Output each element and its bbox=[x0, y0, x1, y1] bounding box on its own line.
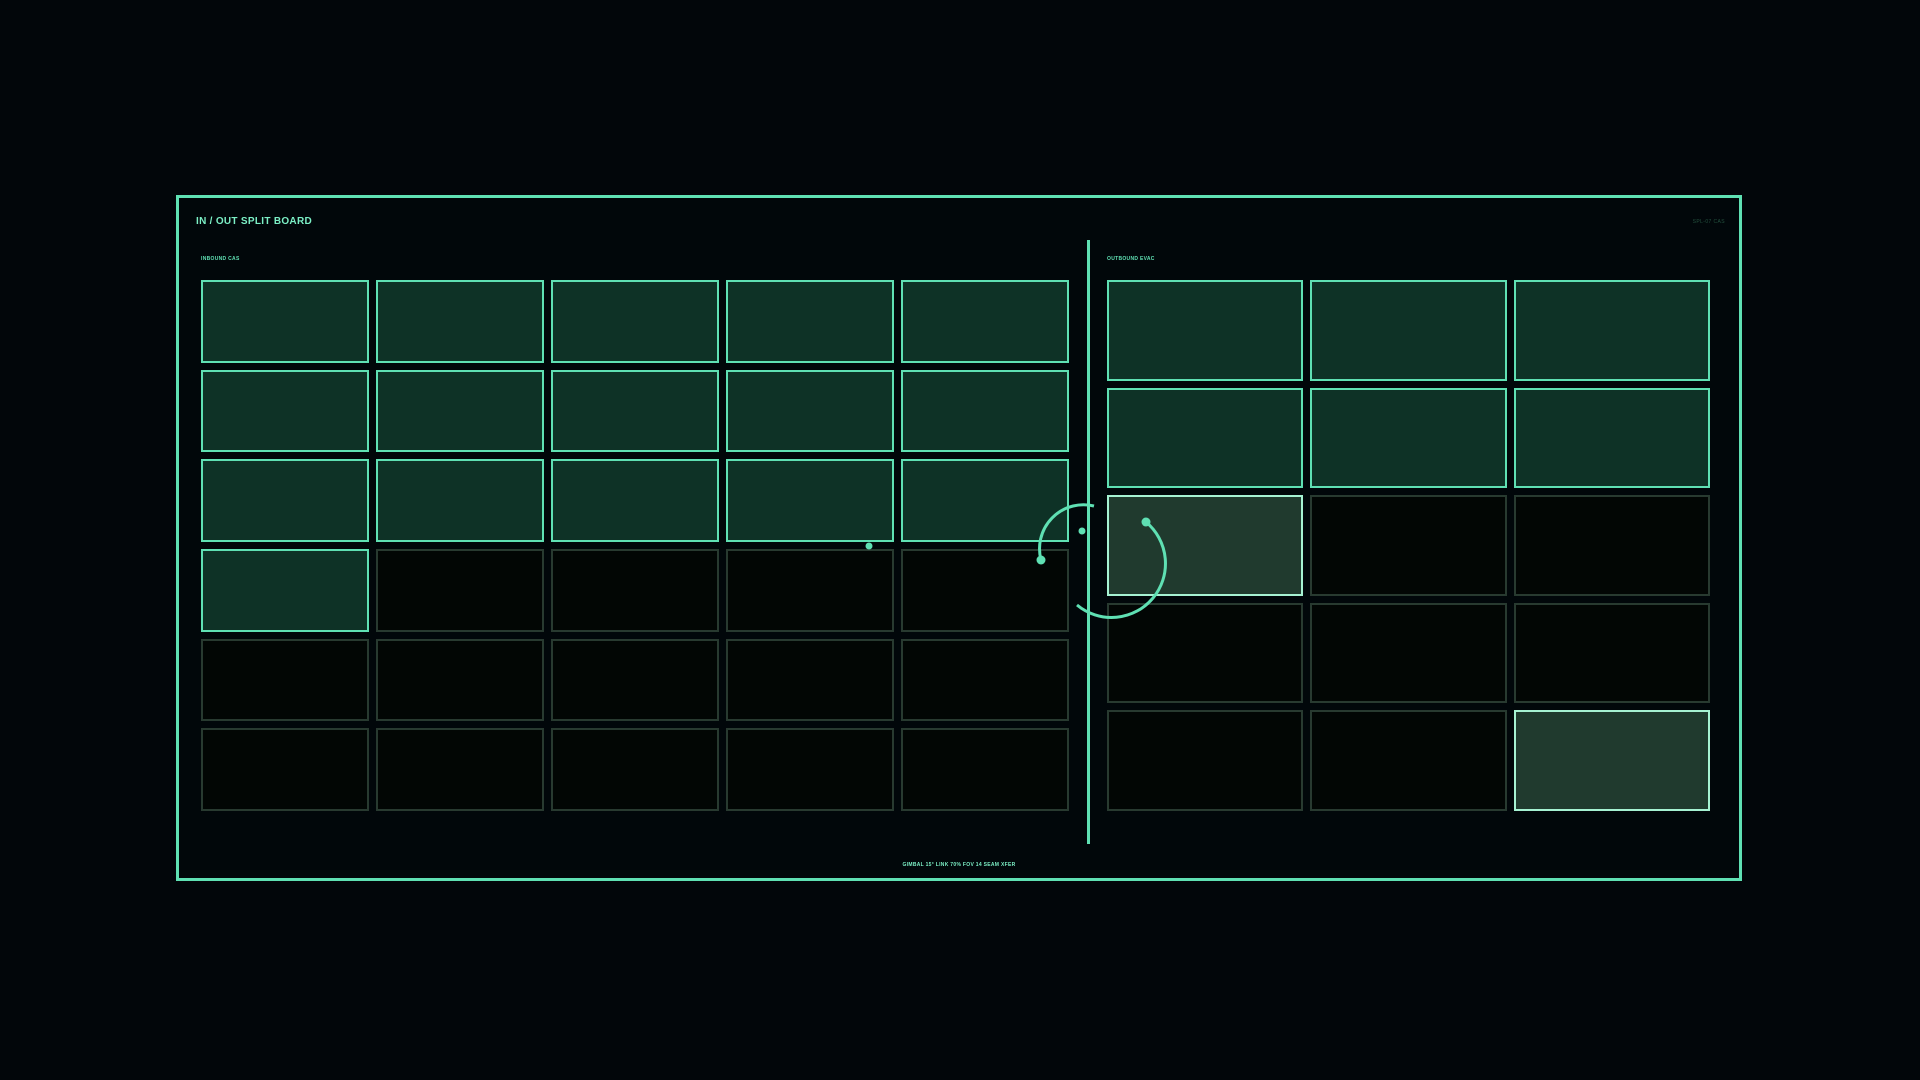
inbound-slot-5-5[interactable] bbox=[901, 638, 1069, 722]
inbound-slot-2-5[interactable] bbox=[901, 369, 1069, 453]
inbound-slot-4-4[interactable] bbox=[726, 548, 894, 632]
outbound-slot-4-3[interactable] bbox=[1513, 602, 1710, 704]
inbound-slot-2-4[interactable] bbox=[726, 369, 894, 453]
inbound-label: INBOUND CAS bbox=[201, 256, 240, 262]
seam-divider[interactable] bbox=[1087, 240, 1090, 844]
inbound-slot-1-3[interactable] bbox=[551, 280, 719, 363]
inbound-slot-4-1[interactable] bbox=[201, 548, 369, 632]
outbound-slot-1-3[interactable] bbox=[1513, 280, 1710, 381]
outbound-slot-4-2[interactable] bbox=[1310, 602, 1507, 704]
inbound-slot-5-4[interactable] bbox=[726, 638, 894, 722]
inbound-slot-1-5[interactable] bbox=[901, 280, 1069, 363]
outbound-slot-5-1[interactable] bbox=[1107, 710, 1304, 811]
inbound-slot-4-5[interactable] bbox=[901, 548, 1069, 632]
inbound-slot-2-1[interactable] bbox=[201, 369, 369, 453]
inbound-slot-3-3[interactable] bbox=[551, 459, 719, 542]
outbound-slot-3-2[interactable] bbox=[1310, 495, 1507, 596]
outbound-slot-1-2[interactable] bbox=[1310, 280, 1507, 381]
inbound-slot-3-5[interactable] bbox=[901, 459, 1069, 542]
inbound-slot-5-2[interactable] bbox=[376, 638, 544, 722]
outbound-slot-5-3[interactable] bbox=[1513, 710, 1710, 811]
inbound-slot-2-2[interactable] bbox=[376, 369, 544, 453]
inbound-slot-3-1[interactable] bbox=[201, 459, 369, 542]
status-readout: GIMBAL 15° LINK 70% FOV 14 SEAM XFER bbox=[902, 862, 1016, 868]
inbound-slot-5-1[interactable] bbox=[201, 638, 369, 722]
inbound-slot-5-3[interactable] bbox=[551, 638, 719, 722]
inbound-slot-1-2[interactable] bbox=[376, 280, 544, 363]
transfer-center-dot bbox=[1078, 527, 1086, 535]
outbound-slot-2-3[interactable] bbox=[1513, 387, 1710, 489]
inbound-slot-2-3[interactable] bbox=[551, 369, 719, 453]
outbound-slot-1-1[interactable] bbox=[1107, 280, 1304, 381]
inbound-slot-6-2[interactable] bbox=[376, 728, 544, 811]
outbound-label: OUTBOUND EVAC bbox=[1107, 256, 1155, 262]
inbound-slot-3-2[interactable] bbox=[376, 459, 544, 542]
inbound-slot-6-5[interactable] bbox=[901, 728, 1069, 811]
outbound-slot-2-2[interactable] bbox=[1310, 387, 1507, 489]
inbound-slot-6-1[interactable] bbox=[201, 728, 369, 811]
outbound-slot-4-1[interactable] bbox=[1107, 602, 1304, 704]
outbound-slot-2-1[interactable] bbox=[1107, 387, 1304, 489]
outbound-slot-3-1[interactable] bbox=[1107, 495, 1304, 596]
inbound-slot-6-4[interactable] bbox=[726, 728, 894, 811]
outbound-slot-3-3[interactable] bbox=[1513, 495, 1710, 596]
outbound-grid bbox=[1107, 280, 1710, 811]
split-board: IN / OUT SPLIT BOARD SPL-07 CAS INBOUND … bbox=[176, 195, 1742, 881]
inbound-grid bbox=[201, 280, 1069, 811]
inbound-slot-4-2[interactable] bbox=[376, 548, 544, 632]
board-title: IN / OUT SPLIT BOARD bbox=[196, 216, 312, 227]
inbound-slot-6-3[interactable] bbox=[551, 728, 719, 811]
outbound-slot-5-2[interactable] bbox=[1310, 710, 1507, 811]
inbound-slot-1-4[interactable] bbox=[726, 280, 894, 363]
inbound-slot-3-4[interactable] bbox=[726, 459, 894, 542]
inbound-slot-1-1[interactable] bbox=[201, 280, 369, 363]
board-code: SPL-07 CAS bbox=[1692, 219, 1725, 225]
inbound-slot-4-3[interactable] bbox=[551, 548, 719, 632]
